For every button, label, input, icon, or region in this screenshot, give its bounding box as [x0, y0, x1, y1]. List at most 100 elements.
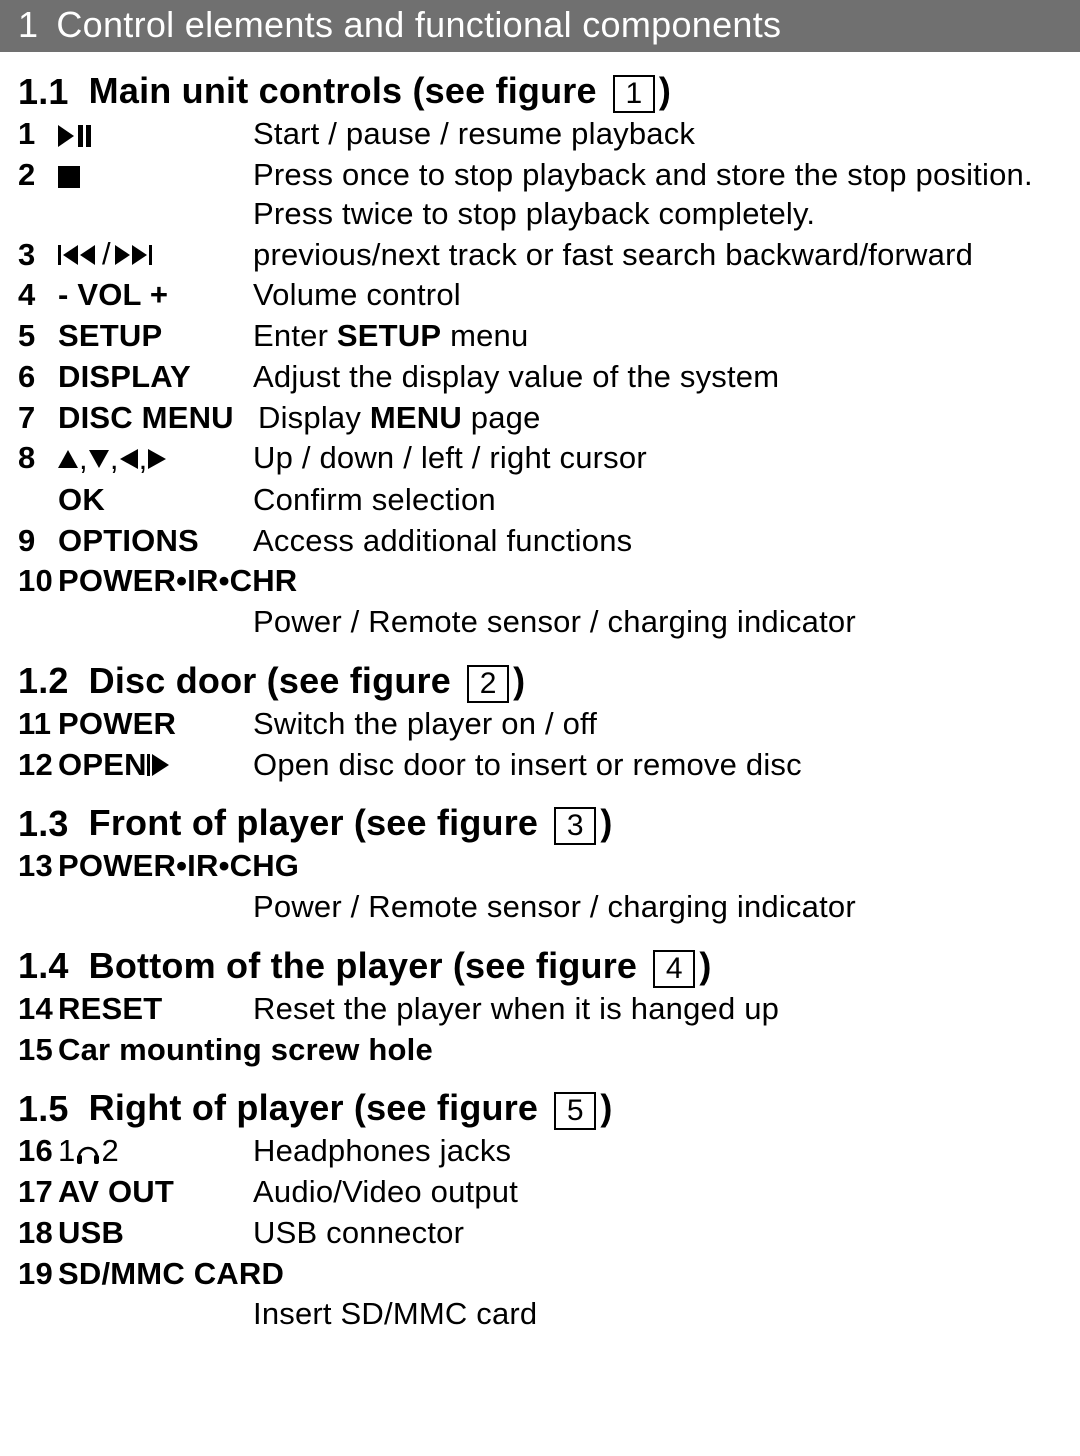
prev-track-icon — [58, 245, 98, 265]
item-number: 13 — [18, 847, 58, 886]
subsection-1-1: 1.1 Main unit controls (see figure 1) — [18, 70, 1062, 113]
subsection-1-3: 1.3 Front of player (see figure 3) — [18, 802, 1062, 845]
item-row: 17 AV OUT Audio/Video output — [18, 1173, 1062, 1212]
item-desc-row: Power / Remote sensor / charging indicat… — [18, 888, 1062, 927]
item-desc: Display MENU page — [258, 399, 1062, 438]
item-row: 16 1 2 Headphones jacks — [18, 1132, 1062, 1171]
item-label: POWER•IR•CHR — [58, 562, 297, 601]
item-row: 8 , , , Up / down / left / right cursor — [18, 439, 1062, 478]
figure-ref: 1 — [613, 75, 655, 113]
item-number: 11 — [18, 705, 58, 744]
item-desc: Press once to stop playback and store th… — [253, 156, 1062, 234]
item-row: 2 Press once to stop playback and store … — [18, 156, 1062, 234]
section-header: 1 Control elements and functional compone… — [0, 0, 1080, 52]
item-label: DISPLAY — [58, 358, 253, 397]
item-label: AV OUT — [58, 1173, 253, 1212]
section-title: Control elements and functional componen… — [56, 4, 781, 45]
subsection-title: Bottom of the player (see figure 4) — [89, 945, 712, 988]
item-label: DISC MENU — [58, 399, 258, 438]
item-number: 3 — [18, 236, 58, 275]
item-desc-row: Power / Remote sensor / charging indicat… — [18, 603, 1062, 642]
item-number: 4 — [18, 276, 58, 315]
item-label: OPEN — [58, 746, 253, 785]
item-desc: Open disc door to insert or remove disc — [253, 746, 1062, 785]
item-number: 1 — [18, 115, 58, 154]
item-desc: Headphones jacks — [253, 1132, 1062, 1171]
item-desc: Up / down / left / right cursor — [253, 439, 1062, 478]
figure-ref: 2 — [467, 665, 509, 703]
slash-separator: / — [102, 235, 111, 274]
subsection-title: Front of player (see figure 3) — [89, 802, 613, 845]
subsection-number: 1.5 — [18, 1088, 69, 1130]
item-number: 2 — [18, 156, 58, 195]
item-desc: Power / Remote sensor / charging indicat… — [253, 603, 1062, 642]
item-label: , , , — [58, 440, 253, 479]
item-number: 18 — [18, 1214, 58, 1253]
item-row: 6 DISPLAY Adjust the display value of th… — [18, 358, 1062, 397]
item-label: POWER•IR•CHG — [58, 847, 299, 886]
item-row: 9 OPTIONS Access additional functions — [18, 522, 1062, 561]
eject-play-icon — [147, 754, 169, 776]
down-arrow-icon — [89, 450, 109, 468]
item-label — [58, 156, 253, 195]
item-number: 16 — [18, 1132, 58, 1171]
play-pause-icon — [58, 125, 92, 147]
item-number: 7 — [18, 399, 58, 438]
item-label: SETUP — [58, 317, 253, 356]
item-row: 5 SETUP Enter SETUP menu — [18, 317, 1062, 356]
item-desc: Adjust the display value of the system — [253, 358, 1062, 397]
item-desc: USB connector — [253, 1214, 1062, 1253]
subsection-number: 1.1 — [18, 71, 69, 113]
item-row: 11 POWER Switch the player on / off — [18, 705, 1062, 744]
item-desc-row: Insert SD/MMC card — [18, 1295, 1062, 1334]
item-label: 1 2 — [58, 1132, 253, 1171]
item-label: POWER — [58, 705, 253, 744]
up-arrow-icon — [58, 450, 78, 468]
next-track-icon — [115, 245, 155, 265]
section-number: 1 — [18, 4, 38, 46]
item-label: USB — [58, 1214, 253, 1253]
headphones-icon — [75, 1139, 101, 1165]
item-number: 9 — [18, 522, 58, 561]
item-desc: Confirm selection — [253, 481, 1062, 520]
subsection-title: Main unit controls (see figure 1) — [89, 70, 671, 113]
item-number: 10 — [18, 562, 58, 601]
subsection-1-4: 1.4 Bottom of the player (see figure 4) — [18, 945, 1062, 988]
item-number: 12 — [18, 746, 58, 785]
subsection-1-2: 1.2 Disc door (see figure 2) — [18, 660, 1062, 703]
subsection-number: 1.3 — [18, 803, 69, 845]
item-label: SD/MMC CARD — [58, 1255, 284, 1294]
content: 1.1 Main unit controls (see figure 1) 1 … — [0, 70, 1080, 1344]
item-row: 15 Car mounting screw hole — [18, 1031, 1062, 1070]
right-arrow-icon — [148, 449, 166, 469]
subsection-number: 1.4 — [18, 945, 69, 987]
item-row: 13 POWER•IR•CHG — [18, 847, 1062, 886]
item-desc: Switch the player on / off — [253, 705, 1062, 744]
figure-ref: 5 — [554, 1092, 596, 1130]
item-row: 19 SD/MMC CARD — [18, 1255, 1062, 1294]
item-label: RESET — [58, 990, 253, 1029]
stop-icon — [58, 166, 80, 188]
item-row: 7 DISC MENU Display MENU page — [18, 399, 1062, 438]
item-row: 14 RESET Reset the player when it is han… — [18, 990, 1062, 1029]
item-label: Car mounting screw hole — [58, 1031, 433, 1070]
subsection-title: Disc door (see figure 2) — [89, 660, 526, 703]
left-arrow-icon — [120, 449, 138, 469]
item-row: 3 / previous/next track or fast search b… — [18, 235, 1062, 274]
item-desc: Reset the player when it is hanged up — [253, 990, 1062, 1029]
item-desc: Access additional functions — [253, 522, 1062, 561]
item-desc: Start / pause / resume playback — [253, 115, 1062, 154]
subsection-title: Right of player (see figure 5) — [89, 1087, 613, 1130]
item-desc: Insert SD/MMC card — [253, 1295, 1062, 1334]
item-number: 14 — [18, 990, 58, 1029]
item-label: - VOL + — [58, 276, 253, 315]
item-label: OK — [58, 481, 253, 520]
item-label: OPTIONS — [58, 522, 253, 561]
item-number: 5 — [18, 317, 58, 356]
item-row: 12 OPEN Open disc door to insert or remo… — [18, 746, 1062, 785]
item-desc: Audio/Video output — [253, 1173, 1062, 1212]
item-row: 10 POWER•IR•CHR — [18, 562, 1062, 601]
item-number: 8 — [18, 439, 58, 478]
item-number: 6 — [18, 358, 58, 397]
item-number: 19 — [18, 1255, 58, 1294]
